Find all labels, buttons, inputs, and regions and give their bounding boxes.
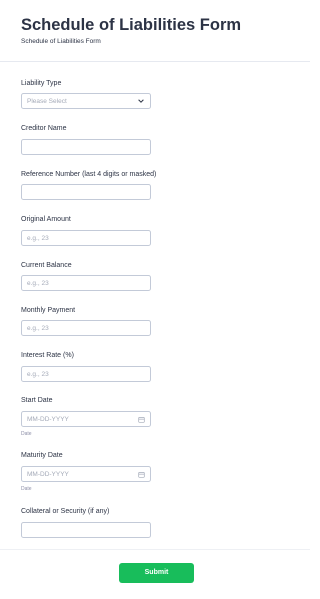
liability-type-label: Liability Type [21,80,62,87]
maturity-date-label: Maturity Date [21,452,63,459]
interest-rate-label: Interest Rate (%) [21,352,74,359]
start-date-placeholder: MM-DD-YYYY [27,415,69,423]
reference-number-input[interactable] [21,184,151,200]
current-balance-placeholder: e.g., 23 [27,279,49,287]
calendar-icon[interactable] [138,471,145,478]
collateral-label: Collateral or Security (if any) [21,508,110,515]
current-balance-label: Current Balance [21,262,72,269]
interest-rate-placeholder: e.g., 23 [27,370,49,378]
maturity-date-placeholder: MM-DD-YYYY [27,470,69,478]
maturity-date-sublabel: Date [21,486,32,492]
original-amount-input[interactable]: e.g., 23 [21,230,151,246]
form-header: Schedule of Liabilities Form Schedule of… [0,0,310,62]
submit-button[interactable]: Submit [119,563,194,583]
current-balance-input[interactable]: e.g., 23 [21,275,151,291]
monthly-payment-input[interactable]: e.g., 23 [21,320,151,336]
creditor-name-label: Creditor Name [21,125,67,132]
liability-type-placeholder: Please Select [27,97,67,105]
liability-type-select[interactable]: Please Select [21,93,151,109]
creditor-name-input[interactable] [21,139,151,155]
form-subtitle: Schedule of Liabilities Form [21,38,101,45]
calendar-icon[interactable] [138,416,145,423]
form-title: Schedule of Liabilities Form [21,16,242,34]
footer-divider [0,549,310,550]
chevron-down-icon [138,99,144,103]
start-date-sublabel: Date [21,431,32,437]
start-date-label: Start Date [21,397,53,404]
reference-number-label: Reference Number (last 4 digits or maske… [21,171,157,178]
maturity-date-input[interactable]: MM-DD-YYYY [21,466,151,482]
monthly-payment-label: Monthly Payment [21,307,76,314]
original-amount-placeholder: e.g., 23 [27,234,49,242]
monthly-payment-placeholder: e.g., 23 [27,324,49,332]
collateral-input[interactable] [21,522,151,538]
start-date-input[interactable]: MM-DD-YYYY [21,411,151,427]
interest-rate-input[interactable]: e.g., 23 [21,366,151,382]
original-amount-label: Original Amount [21,216,71,223]
